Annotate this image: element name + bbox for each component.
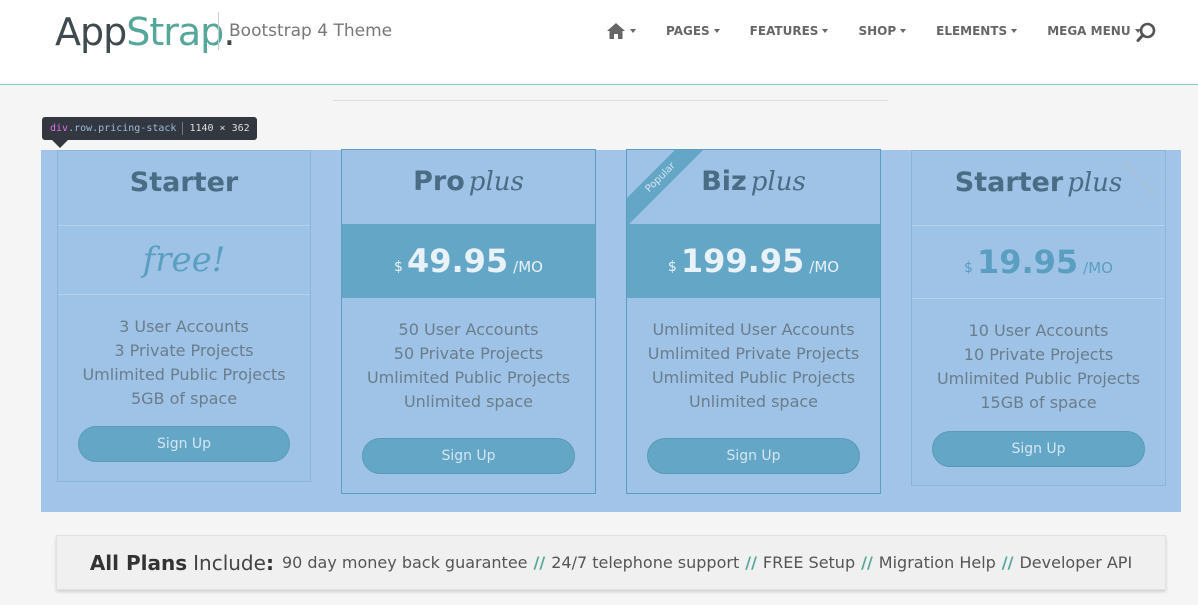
home-icon — [607, 23, 625, 39]
feature-item: Umlimited Public Projects — [936, 369, 1141, 388]
plan-features: 3 User Accounts 3 Private Projects Umlim… — [58, 315, 310, 411]
include-item: Developer API — [1019, 553, 1133, 572]
section-divider — [333, 100, 888, 101]
feature-item: 50 Private Projects — [393, 344, 544, 363]
include-separator: // — [745, 553, 757, 572]
signup-button[interactable]: Sign Up — [932, 431, 1145, 467]
nav-label: ELEMENTS — [936, 24, 1008, 38]
inspector-tooltip: div .row.pricing-stack 1140 × 362 — [42, 117, 257, 140]
include-item: FREE Setup — [762, 553, 856, 572]
nav-label: MEGA MENU — [1047, 24, 1131, 38]
plan-price-free: free! — [142, 240, 226, 280]
plan-title: Biz plus — [627, 166, 880, 197]
feature-item: 3 Private Projects — [114, 341, 254, 360]
brand-strap-text: Strap — [126, 10, 224, 54]
pricing-card-starter: Starter free! 3 User Accounts 3 Private … — [57, 150, 311, 482]
pricing-card-starter-plus: Best Buy Starter plus $19.95/MO 10 User A… — [911, 150, 1166, 486]
signup-button[interactable]: Sign Up — [647, 438, 860, 474]
nav-features[interactable]: FEATURES — [750, 24, 829, 38]
nav-shop[interactable]: SHOP — [858, 24, 907, 38]
price-band: $19.95/MO — [912, 225, 1165, 299]
chevron-down-icon — [713, 29, 720, 33]
price-currency: $ — [964, 260, 973, 276]
plan-features: Umlimited User Accounts Umlimited Privat… — [627, 318, 880, 414]
feature-item: Umlimited Public Projects — [366, 368, 571, 387]
nav-home[interactable] — [606, 22, 636, 40]
inspector-dimensions: 1140 × 362 — [189, 123, 250, 134]
include-item: Migration Help — [878, 553, 996, 572]
price-band: $199.95/MO — [627, 224, 880, 298]
pricing-card-pro-plus: Pro plus $49.95/MO 50 User Accounts 50 Pr… — [341, 149, 596, 494]
nav-label: FEATURES — [749, 24, 819, 38]
inspector-tooltip-arrow — [52, 140, 68, 148]
inspector-classes: .row.pricing-stack — [68, 123, 177, 134]
all-plans-include-bar: All Plans Include : 90 day money back gu… — [56, 535, 1166, 590]
plan-title-suffix: plus — [468, 167, 524, 197]
pricing-card-biz-plus: Popular Biz plus $199.95/MO Umlimited Use… — [626, 149, 881, 494]
nav-label: SHOP — [858, 24, 897, 38]
feature-item: Umlimited Public Projects — [82, 365, 286, 384]
chevron-down-icon — [822, 29, 829, 33]
feature-item: 15GB of space — [980, 393, 1097, 412]
chevron-down-icon — [630, 29, 636, 33]
search-icon[interactable] — [1135, 21, 1157, 43]
plan-title: Pro plus — [342, 166, 595, 197]
price-currency: $ — [667, 259, 677, 275]
plan-title-text: Starter — [129, 167, 239, 198]
inspector-tag: div — [50, 123, 69, 134]
brand-tagline: Bootstrap 4 Theme — [229, 21, 393, 41]
include-item: 24/7 telephone support — [551, 553, 740, 572]
plan-title: Starter plus — [912, 167, 1165, 198]
feature-item: 50 User Accounts — [398, 320, 539, 339]
signup-button[interactable]: Sign Up — [78, 426, 290, 462]
inspector-separator — [182, 122, 184, 135]
feature-item: Umlimited User Accounts — [652, 320, 855, 339]
price-amount: 49.95 — [406, 242, 509, 280]
include-separator: // — [861, 553, 873, 572]
feature-item: 10 User Accounts — [968, 321, 1109, 340]
feature-item: 5GB of space — [130, 389, 238, 408]
includes-colon: : — [265, 550, 274, 575]
feature-item: 3 User Accounts — [119, 317, 249, 336]
nav-label: PAGES — [666, 24, 710, 38]
plan-title-text: Pro — [413, 166, 465, 197]
feature-item: Umlimited Public Projects — [651, 368, 856, 387]
chevron-down-icon — [900, 29, 907, 33]
include-item: 90 day money back guarantee — [281, 553, 528, 572]
nav-mega-menu[interactable]: MEGA MENU — [1047, 24, 1141, 38]
nav-pages[interactable]: PAGES — [666, 24, 720, 38]
plan-title-text: Biz — [701, 166, 747, 197]
nav-elements[interactable]: ELEMENTS — [936, 24, 1018, 38]
include-separator: // — [533, 553, 546, 572]
price-amount: 19.95 — [976, 243, 1079, 281]
site-header: AppStrap. Bootstrap 4 Theme PAGES FEATUR… — [0, 0, 1198, 85]
plan-features: 50 User Accounts 50 Private Projects Uml… — [342, 318, 595, 414]
main-nav: PAGES FEATURES SHOP ELEMENTS MEGA MENU — [606, 22, 1171, 40]
plan-title-suffix: plus — [1067, 168, 1123, 198]
feature-item: Umlimited Private Projects — [647, 344, 860, 363]
price-period: /MO — [513, 258, 543, 276]
plan-features: 10 User Accounts 10 Private Projects Uml… — [912, 319, 1165, 415]
includes-heading-light: Include — [193, 550, 266, 575]
brand-logo[interactable]: AppStrap. — [55, 8, 235, 56]
plan-title-text: Starter — [954, 167, 1064, 198]
price-period: /MO — [1083, 259, 1113, 277]
feature-item: 10 Private Projects — [963, 345, 1114, 364]
price-currency: $ — [394, 259, 403, 275]
chevron-down-icon — [1011, 29, 1018, 33]
include-separator: // — [1001, 553, 1014, 572]
brand-separator — [218, 12, 219, 50]
price-period: /MO — [809, 258, 840, 276]
includes-heading-strong: All Plans — [89, 550, 188, 575]
price-band: $49.95/MO — [342, 224, 595, 298]
signup-button[interactable]: Sign Up — [362, 438, 575, 474]
price-amount: 199.95 — [680, 242, 805, 280]
brand-app-text: App — [55, 10, 127, 54]
price-band: free! — [58, 225, 310, 295]
feature-item: Unlimited space — [688, 392, 819, 411]
plan-title: Starter — [58, 167, 310, 198]
plan-title-suffix: plus — [750, 167, 806, 197]
feature-item: Unlimited space — [403, 392, 534, 411]
